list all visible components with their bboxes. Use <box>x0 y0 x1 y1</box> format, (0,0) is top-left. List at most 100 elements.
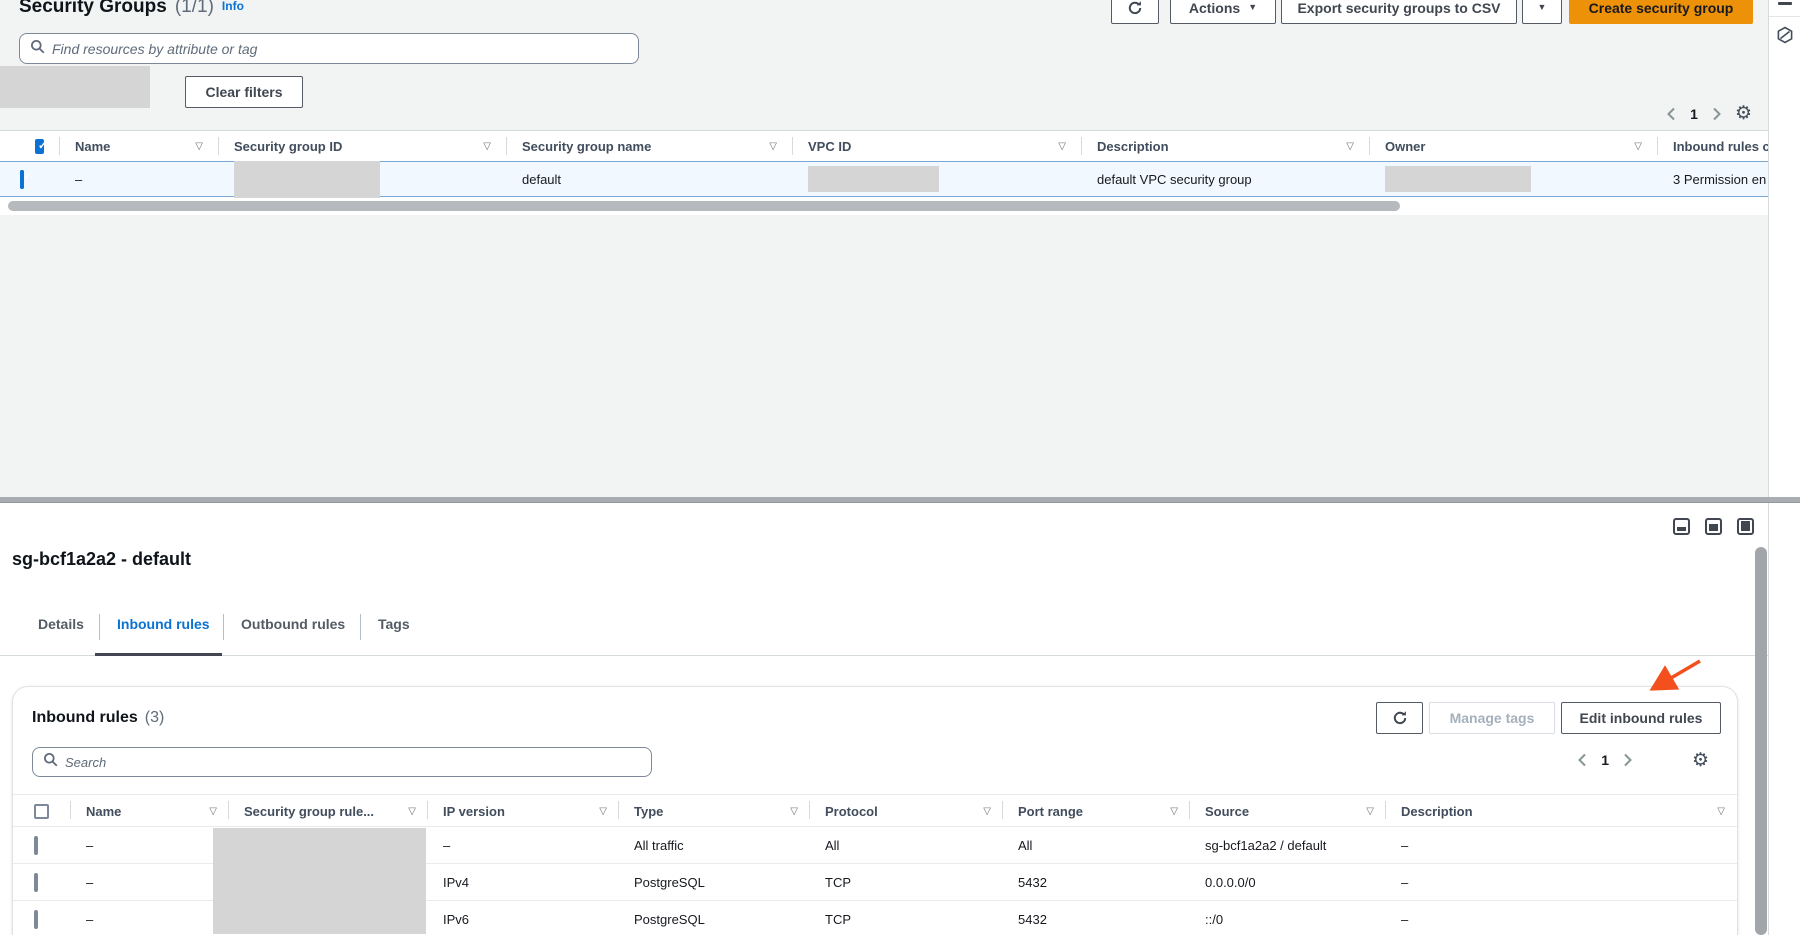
column-header-rule-id[interactable]: Security group rule...▽ <box>229 795 428 828</box>
filter-column-icon[interactable]: ▽ <box>1634 141 1642 152</box>
inbound-rules-title: Inbound rules (3) <box>32 709 164 727</box>
row-checkbox[interactable] <box>34 910 38 929</box>
cell-ip-version: IPv6 <box>428 912 619 927</box>
filter-column-icon[interactable]: ▽ <box>599 806 607 817</box>
create-security-group-button[interactable]: Create security group <box>1569 0 1753 24</box>
column-header-inbound-rules-count[interactable]: Inbound rules c <box>1658 131 1768 161</box>
filter-column-icon[interactable]: ▽ <box>769 141 777 152</box>
next-page-icon[interactable] <box>1712 107 1721 121</box>
row-checkbox[interactable] <box>20 170 24 189</box>
page-count: (1/1) <box>175 0 214 18</box>
table-preferences-gear-icon[interactable]: ⚙ <box>1735 104 1752 123</box>
column-header-protocol[interactable]: Protocol▽ <box>810 795 1003 828</box>
row-checkbox[interactable] <box>34 836 38 855</box>
chevron-down-icon: ▼ <box>1538 3 1547 12</box>
filter-column-icon[interactable]: ▽ <box>408 806 416 817</box>
manage-tags-button[interactable]: Manage tags <box>1429 702 1555 734</box>
rules-search-input[interactable] <box>65 755 641 770</box>
column-header-sg-id[interactable]: Security group ID▽ <box>219 131 507 161</box>
cell-name: – <box>71 875 229 890</box>
cell-protocol: TCP <box>810 912 1003 927</box>
redacted-security-group-id <box>234 161 380 198</box>
column-header-port-range[interactable]: Port range▽ <box>1003 795 1190 828</box>
select-all-checkbox[interactable] <box>35 139 44 154</box>
cell-description: – <box>1386 838 1737 853</box>
filter-column-icon[interactable]: ▽ <box>1366 806 1374 817</box>
cell-source: ::/0 <box>1190 912 1386 927</box>
filter-column-icon[interactable]: ▽ <box>1058 141 1066 152</box>
page-title: Security Groups <box>19 0 167 18</box>
column-header-source[interactable]: Source▽ <box>1190 795 1386 828</box>
refresh-button[interactable] <box>1111 0 1159 24</box>
previous-page-icon[interactable] <box>1667 107 1676 121</box>
refresh-icon <box>1392 710 1408 726</box>
tab-details[interactable]: Details <box>38 616 84 632</box>
cell-description: – <box>1386 912 1737 927</box>
export-csv-button[interactable]: Export security groups to CSV <box>1281 0 1517 24</box>
panel-size-small-icon[interactable] <box>1673 518 1690 535</box>
rules-refresh-button[interactable] <box>1376 702 1423 734</box>
row-checkbox[interactable] <box>34 873 38 892</box>
tab-tags[interactable]: Tags <box>378 616 410 632</box>
panel-size-large-icon[interactable] <box>1737 518 1754 535</box>
tab-outbound-rules[interactable]: Outbound rules <box>241 616 345 632</box>
cell-source: 0.0.0.0/0 <box>1190 875 1386 890</box>
cell-port-range: All <box>1003 838 1190 853</box>
cell-name: – <box>71 838 229 853</box>
groups-table-header: Name▽ Security group ID▽ Security group … <box>0 131 1768 161</box>
hexagon-tool-icon[interactable] <box>1776 26 1794 49</box>
annotation-arrow-icon <box>1600 648 1730 708</box>
rules-table-header: Name▽ Security group rule...▽ IP version… <box>13 794 1737 827</box>
page-header: Security Groups (1/1) Info <box>19 0 244 18</box>
filter-column-icon[interactable]: ▽ <box>195 141 203 152</box>
active-tab-underline <box>95 653 222 656</box>
table-preferences-gear-icon[interactable]: ⚙ <box>1692 751 1709 770</box>
clear-filters-button[interactable]: Clear filters <box>185 76 303 108</box>
next-page-icon[interactable] <box>1623 753 1632 767</box>
previous-page-icon[interactable] <box>1578 753 1587 767</box>
redacted-owner <box>1385 166 1531 192</box>
filter-column-icon[interactable]: ▽ <box>983 806 991 817</box>
select-all-checkbox[interactable] <box>34 804 49 819</box>
filter-column-icon[interactable]: ▽ <box>1170 806 1178 817</box>
filter-column-icon[interactable]: ▽ <box>790 806 798 817</box>
cell-port-range: 5432 <box>1003 875 1190 890</box>
tab-inbound-rules[interactable]: Inbound rules <box>117 616 210 632</box>
current-page-number[interactable]: 1 <box>1601 752 1609 768</box>
vertical-scrollbar-thumb[interactable] <box>1755 547 1767 935</box>
filter-column-icon[interactable]: ▽ <box>1717 806 1725 817</box>
filter-column-icon[interactable]: ▽ <box>1346 141 1354 152</box>
column-header-owner[interactable]: Owner▽ <box>1370 131 1658 161</box>
resources-search-input[interactable] <box>52 41 628 57</box>
column-header-ip-version[interactable]: IP version▽ <box>428 795 619 828</box>
cell-ip-version: – <box>428 838 619 853</box>
column-header-description[interactable]: Description▽ <box>1082 131 1370 161</box>
collapsed-panel-icon[interactable] <box>1778 2 1792 5</box>
current-page-number[interactable]: 1 <box>1690 106 1698 122</box>
actions-button[interactable]: Actions ▼ <box>1170 0 1276 24</box>
horizontal-scrollbar <box>0 197 1768 215</box>
column-header-name[interactable]: Name▽ <box>71 795 229 828</box>
cell-sg-name: default <box>507 172 793 187</box>
split-panel: sg-bcf1a2a2 - default Details Inbound ru… <box>0 503 1768 935</box>
column-header-description[interactable]: Description▽ <box>1386 795 1737 828</box>
filter-column-icon[interactable]: ▽ <box>209 806 217 817</box>
column-header-type[interactable]: Type▽ <box>619 795 810 828</box>
split-panel-divider[interactable] <box>0 497 1800 503</box>
filter-column-icon[interactable]: ▽ <box>483 141 491 152</box>
panel-size-medium-icon[interactable] <box>1705 518 1722 535</box>
chevron-down-icon: ▼ <box>1248 3 1257 12</box>
export-csv-dropdown-button[interactable]: ▼ <box>1522 0 1562 24</box>
column-header-name[interactable]: Name▽ <box>60 131 219 161</box>
redacted-rule-ids <box>213 828 426 934</box>
rules-pagination: 1 <box>1578 752 1632 768</box>
column-header-sg-name[interactable]: Security group name▽ <box>507 131 793 161</box>
split-panel-size-controls <box>1673 518 1754 535</box>
cell-protocol: TCP <box>810 875 1003 890</box>
horizontal-scrollbar-thumb[interactable] <box>8 201 1400 211</box>
search-icon <box>30 39 45 59</box>
info-link[interactable]: Info <box>222 0 244 13</box>
search-icon <box>43 752 58 772</box>
cell-inbound-rules-count: 3 Permission en <box>1658 172 1768 187</box>
column-header-vpc-id[interactable]: VPC ID▽ <box>793 131 1082 161</box>
